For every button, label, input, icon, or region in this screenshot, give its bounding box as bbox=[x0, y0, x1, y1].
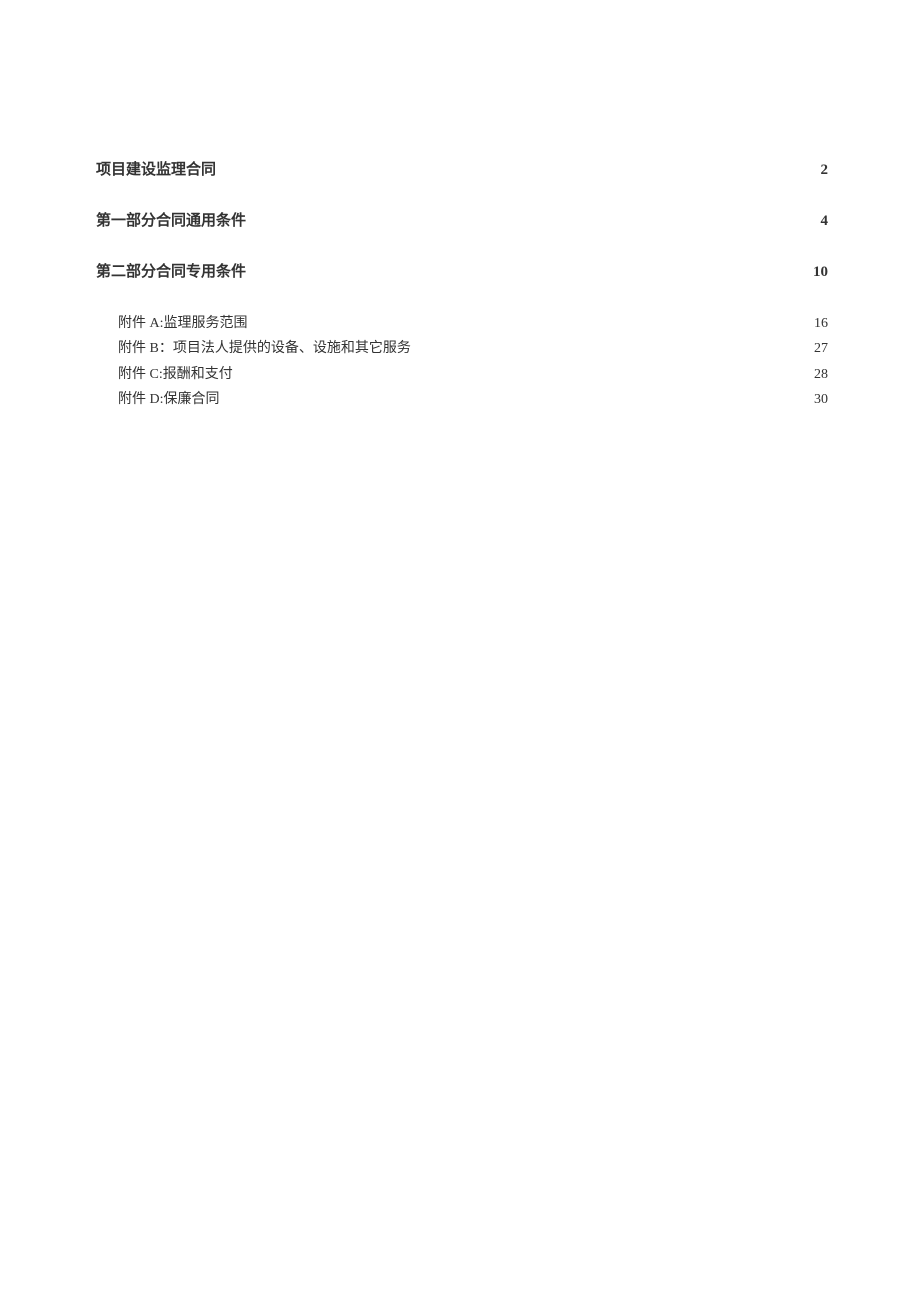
toc-sub-group: 附件 A:监理服务范围 16 附件 B：项目法人提供的设备、设施和其它服务 27… bbox=[96, 313, 828, 412]
toc-sub-entry: 附件 B：项目法人提供的设备、设施和其它服务 27 bbox=[118, 338, 828, 360]
toc-sub-entry-page: 27 bbox=[806, 338, 828, 360]
toc-sub-entry: 附件 D:保廉合同 30 bbox=[118, 389, 828, 411]
toc-entry-title: 第一部分合同通用条件 bbox=[96, 211, 246, 232]
toc-sub-entry: 附件 C:报酬和支付 28 bbox=[118, 364, 828, 386]
toc-entry-page: 2 bbox=[806, 160, 828, 181]
toc-entry: 项目建设监理合同 2 bbox=[96, 160, 828, 181]
toc-entry-page: 10 bbox=[806, 262, 828, 283]
toc-sub-entry-title: 附件 B：项目法人提供的设备、设施和其它服务 bbox=[118, 338, 411, 360]
toc-entry-title: 项目建设监理合同 bbox=[96, 160, 216, 181]
toc-entry: 第一部分合同通用条件 4 bbox=[96, 211, 828, 232]
toc-entry: 第二部分合同专用条件 10 bbox=[96, 262, 828, 283]
toc-entry-title: 第二部分合同专用条件 bbox=[96, 262, 246, 283]
toc-sub-entry: 附件 A:监理服务范围 16 bbox=[118, 313, 828, 335]
toc-sub-entry-page: 28 bbox=[806, 364, 828, 386]
toc-sub-entry-page: 30 bbox=[806, 389, 828, 411]
toc-sub-entry-title: 附件 A:监理服务范围 bbox=[118, 313, 248, 335]
toc-sub-entry-page: 16 bbox=[806, 313, 828, 335]
toc-entry-page: 4 bbox=[806, 211, 828, 232]
toc-sub-entry-title: 附件 C:报酬和支付 bbox=[118, 364, 233, 386]
document-page: 项目建设监理合同 2 第一部分合同通用条件 4 第二部分合同专用条件 10 附件… bbox=[0, 0, 920, 412]
toc-sub-entry-title: 附件 D:保廉合同 bbox=[118, 389, 220, 411]
